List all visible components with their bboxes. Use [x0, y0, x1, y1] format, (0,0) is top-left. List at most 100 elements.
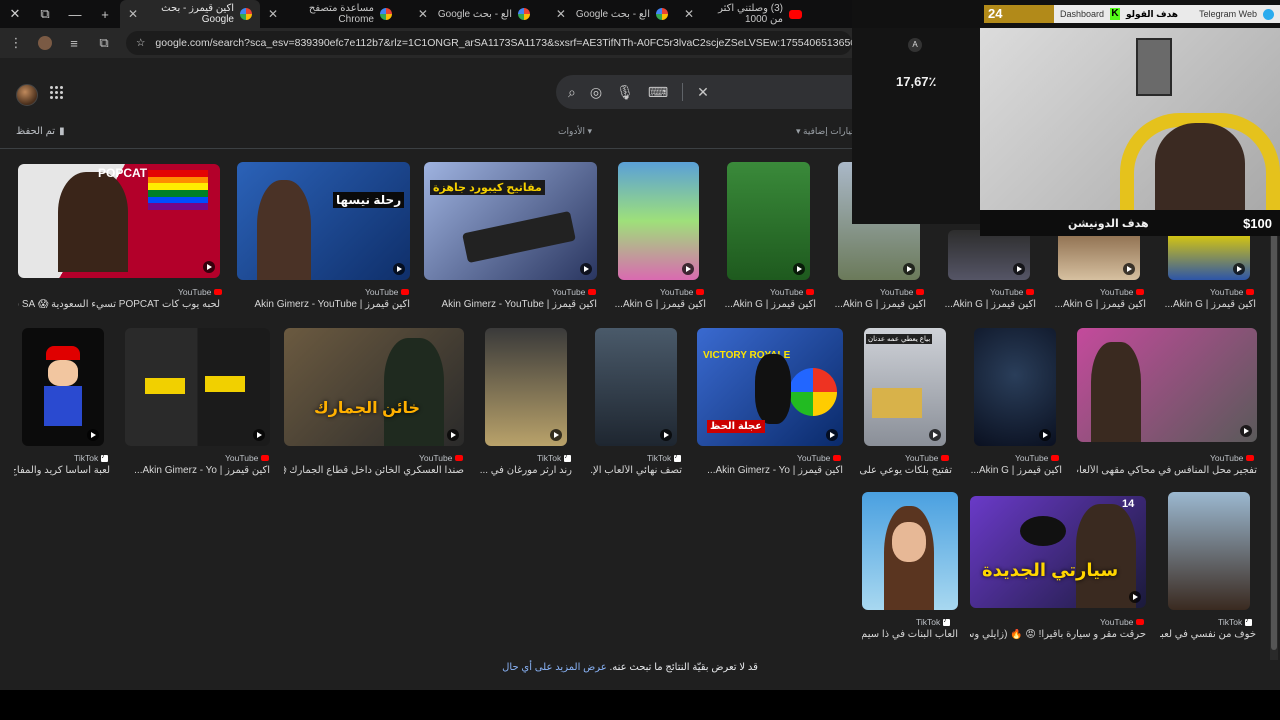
- result-thumb[interactable]: [948, 230, 1030, 280]
- tab-title: الع - بحث Google: [575, 8, 650, 20]
- result-thumb[interactable]: [618, 162, 699, 280]
- result-title[interactable]: تصف نهائي الألعاب الإ...: [590, 465, 682, 476]
- result-thumb[interactable]: [1168, 230, 1250, 280]
- play-icon: [903, 263, 915, 275]
- account-avatar[interactable]: [16, 84, 38, 106]
- result-title[interactable]: تفجير محل المنافس في محاكي مقهى الألعاب …: [1077, 465, 1257, 476]
- tab-search-2[interactable]: الع - بحث Google ✕: [400, 0, 538, 28]
- result-source: TikTok: [916, 617, 951, 627]
- source-label: YouTube: [660, 287, 694, 297]
- result-thumb[interactable]: [22, 328, 104, 446]
- google-apps-icon[interactable]: [50, 86, 64, 100]
- result-title[interactable]: لعبة أساسا كريد والمفاج...: [14, 465, 110, 476]
- tab-search-3[interactable]: الع - بحث Google ✕: [538, 0, 676, 28]
- result-thumb[interactable]: [595, 328, 677, 446]
- result-title[interactable]: صندا العسكري الخائن داخل قطاع الجمارك 😱: [284, 465, 464, 476]
- result-title[interactable]: خوف من نفسي في لعبة...: [1160, 629, 1256, 640]
- media-control-icon[interactable]: ≡: [66, 36, 82, 51]
- result-title[interactable]: اكين قيمرز | Akin G...: [968, 465, 1062, 476]
- result-title[interactable]: تفتيح بلكات يوعي على ...: [858, 465, 952, 476]
- source-label: YouTube: [880, 287, 914, 297]
- result-thumb[interactable]: POPCAT: [18, 164, 220, 278]
- result-title[interactable]: اكين قيمرز | Akin Gimerz - Yo...: [125, 465, 270, 476]
- close-tab-icon[interactable]: ✕: [418, 7, 428, 21]
- source-label: TikTok: [1218, 617, 1243, 627]
- clear-search-icon[interactable]: ✕: [697, 84, 709, 101]
- new-tab-button[interactable]: +: [90, 0, 120, 28]
- result-title[interactable]: لحبه يوب كات POPCAT تسيء السعودية 😱 SA ش…: [18, 299, 220, 310]
- result-thumb[interactable]: خائن الجمارك: [284, 328, 464, 446]
- result-thumb[interactable]: [974, 328, 1056, 446]
- result-thumb[interactable]: رحلة نيسها: [237, 162, 410, 280]
- result-thumb[interactable]: [727, 162, 810, 280]
- result-thumb[interactable]: [485, 328, 567, 446]
- close-tab-icon[interactable]: ✕: [556, 7, 566, 21]
- play-icon: [826, 429, 838, 441]
- more-options-button[interactable]: ▾ خيارات إضافية: [796, 126, 857, 137]
- profile-icon[interactable]: [38, 36, 52, 50]
- screen: { "tabs": [ {"title": "اكين قيمرز - بحث …: [0, 0, 1280, 720]
- close-window-button[interactable]: ✕: [0, 0, 30, 28]
- bookmark-star-icon[interactable]: ☆: [136, 37, 145, 49]
- result-title[interactable]: ألعاب البنات في ذا سيم...: [862, 629, 958, 640]
- youtube-icon: [833, 455, 842, 461]
- tab-youtube[interactable]: (3) وصلتني اكثر من 1000 ✕: [676, 0, 810, 28]
- result-title[interactable]: اكين قيمرز | Akin Gimerz - YouTube: [237, 299, 411, 310]
- result-title[interactable]: اكين قيمرز | Akin Gimerz - YouTube: [424, 299, 598, 310]
- result-source: YouTube: [880, 287, 925, 297]
- thumb-caption: بياع يعطي عمه عدنان: [866, 334, 933, 344]
- tab-akin-search[interactable]: اكين قيمرز - بحث Google ✕: [120, 0, 260, 28]
- restore-window-button[interactable]: ⧉: [30, 0, 60, 28]
- source-label: YouTube: [1015, 453, 1049, 463]
- result-source: YouTube: [660, 287, 705, 297]
- play-icon: [929, 429, 941, 441]
- result-thumb[interactable]: VICTORY ROYALE عجلة الحظ: [697, 328, 843, 446]
- result-thumb[interactable]: [862, 492, 958, 610]
- youtube-icon: [941, 455, 950, 461]
- mic-icon[interactable]: 🎙︎: [616, 84, 634, 101]
- address-bar[interactable]: ☆ google.com/search?sca_esv=839390efc7e1…: [126, 31, 852, 55]
- result-title[interactable]: اكين قيمرز | Akin G...: [1162, 299, 1256, 310]
- thumb-caption: POPCAT: [98, 166, 148, 180]
- result-title[interactable]: اكين قيمرز | Akin Gimerz - Yo...: [697, 465, 843, 476]
- result-source: YouTube: [552, 287, 597, 297]
- source-label: YouTube: [178, 287, 212, 297]
- browser-toolbar: ⋮ ≡ ⧉ ☆ google.com/search?sca_esv=839390…: [0, 28, 860, 58]
- close-tab-icon[interactable]: ✕: [684, 7, 694, 21]
- result-title[interactable]: اكين قيمرز | Akin G...: [832, 299, 926, 310]
- result-title[interactable]: اكين قيمرز | Akin G...: [722, 299, 816, 310]
- result-thumb[interactable]: [1077, 328, 1257, 442]
- keyboard-icon[interactable]: ⌨: [648, 84, 668, 101]
- result-thumb[interactable]: [1058, 230, 1140, 280]
- result-title[interactable]: اكين قيمرز | Akin G...: [1052, 299, 1146, 310]
- result-source: YouTube: [1015, 453, 1060, 463]
- result-title[interactable]: اكين قيمرز | Akin G...: [612, 299, 706, 310]
- result-thumb[interactable]: سيارتي الجديدة 14: [970, 496, 1146, 608]
- result-thumb[interactable]: بياع يعطي عمه عدنان: [864, 328, 946, 446]
- youtube-icon: [916, 289, 925, 295]
- tools-button[interactable]: الأدوات ▾: [558, 126, 592, 137]
- youtube-icon: [696, 289, 705, 295]
- close-tab-icon[interactable]: ✕: [268, 7, 278, 21]
- result-title[interactable]: حرقت مقر و سيارة باقيرا! 😡 🔥 (زايلي وسـ.…: [970, 629, 1146, 640]
- tools-label: الأدوات: [558, 126, 585, 136]
- thumb-caption: رحلة نيسها: [333, 192, 405, 208]
- tab-chrome-help[interactable]: مساعدة متصفح Chrome ✕: [260, 0, 400, 28]
- show-more-link[interactable]: عرض المزيد على أي حال: [502, 662, 607, 673]
- menu-dots-icon[interactable]: ⋮: [8, 35, 24, 51]
- search-icon[interactable]: ⌕: [568, 84, 576, 101]
- result-title[interactable]: رند آرثر مورغان في ...: [480, 465, 572, 476]
- search-box[interactable]: ⌕ ◎ 🎙︎ ⌨ ✕: [556, 75, 856, 109]
- result-title[interactable]: اكين قيمرز | Akin G...: [942, 299, 1036, 310]
- saved-link[interactable]: تم الحفظ ▮: [16, 126, 65, 137]
- url-text: google.com/search?sca_esv=839390efc7e112…: [155, 37, 852, 49]
- result-thumb[interactable]: [125, 328, 270, 446]
- result-thumb[interactable]: مفاتيح كيبورد جاهزة: [424, 162, 597, 280]
- close-tab-icon[interactable]: ✕: [128, 7, 138, 21]
- minimize-window-button[interactable]: —: [60, 0, 90, 28]
- lens-icon[interactable]: ◎: [590, 84, 602, 101]
- play-icon: [1233, 263, 1245, 275]
- source-label: TikTok: [916, 617, 941, 627]
- result-thumb[interactable]: [1168, 492, 1250, 610]
- extensions-icon[interactable]: ⧉: [96, 35, 112, 51]
